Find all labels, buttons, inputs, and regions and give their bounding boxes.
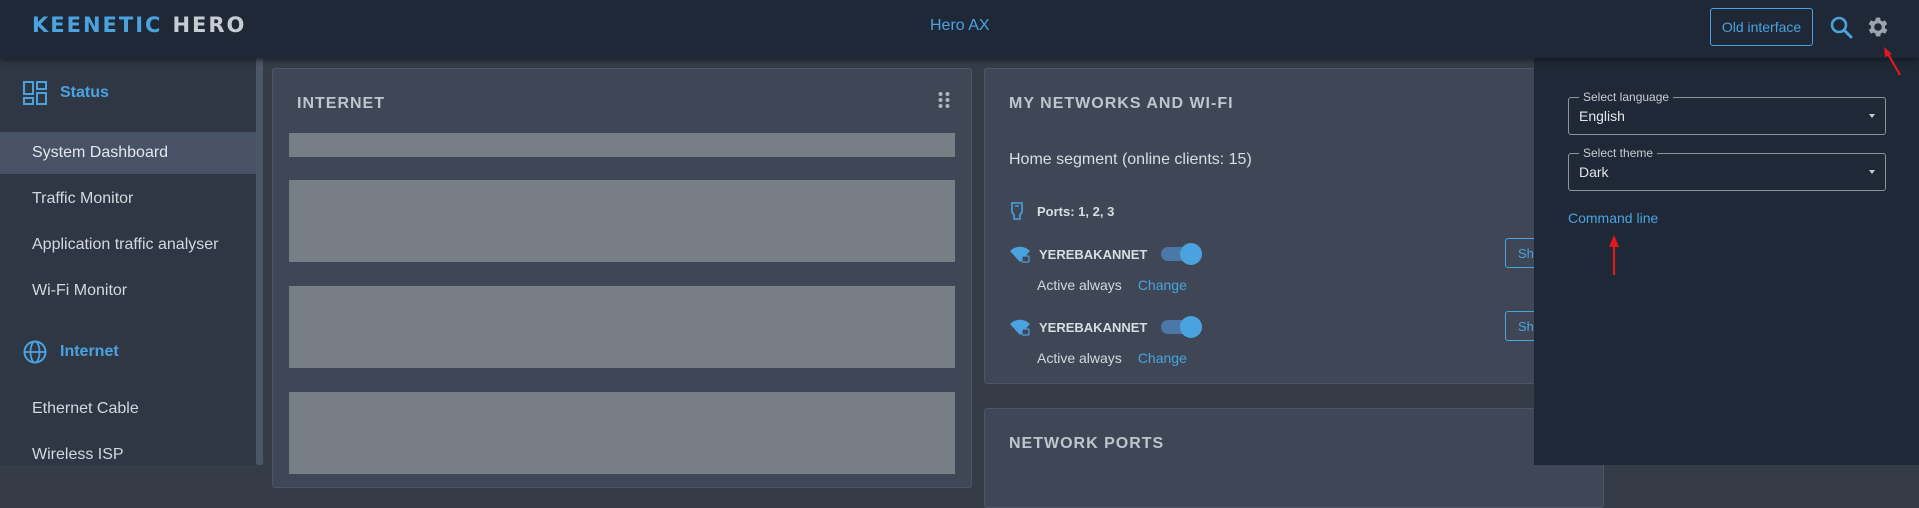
wifi-schedule-status: Active always	[1037, 277, 1122, 293]
wifi-schedule-status: Active always	[1037, 350, 1122, 366]
settings-panel: Select language English Select theme Dar…	[1534, 58, 1919, 465]
language-select-label: Select language	[1579, 90, 1674, 104]
annotation-arrow-command-line	[1609, 235, 1619, 275]
wifi-toggle[interactable]	[1161, 316, 1203, 338]
wifi-schedule-row: Active always Change	[1037, 348, 1187, 368]
search-icon[interactable]	[1828, 14, 1854, 40]
gear-icon[interactable]	[1865, 14, 1891, 40]
sidebar-scrollbar[interactable]	[256, 58, 263, 465]
ports-row: Ports: 1, 2, 3	[1009, 199, 1114, 223]
caret-down-icon	[1869, 170, 1875, 174]
theme-select-value: Dark	[1579, 164, 1609, 180]
ethernet-port-icon	[1011, 202, 1023, 220]
loading-placeholder	[289, 392, 955, 474]
theme-select-label: Select theme	[1579, 146, 1658, 160]
sidebar-item-wifi-monitor[interactable]: Wi-Fi Monitor	[0, 270, 256, 312]
language-select[interactable]: Select language English	[1568, 90, 1886, 135]
device-name: Hero AX	[930, 17, 990, 34]
toggle-knob	[1180, 243, 1203, 265]
wifi-network-row: YEREBAKANNET	[1009, 241, 1203, 267]
top-header: KEENETIC HERO Hero AX Old interface	[0, 0, 1919, 58]
toggle-knob	[1180, 316, 1203, 338]
sidebar-item-system-dashboard[interactable]: System Dashboard	[0, 132, 256, 174]
globe-icon	[23, 340, 47, 364]
keenetic-logo[interactable]: KEENETIC HERO	[32, 13, 246, 37]
sidebar-section-label: Status	[60, 84, 109, 101]
card-title: MY NETWORKS AND WI-FI	[1009, 95, 1234, 112]
loading-placeholder	[289, 133, 955, 157]
wifi-lock-icon	[1010, 246, 1030, 263]
home-segment-label[interactable]: Home segment (online clients: 15)	[1009, 151, 1252, 169]
wifi-schedule-row: Active always Change	[1037, 275, 1187, 295]
wifi-network-row: YEREBAKANNET	[1009, 314, 1203, 340]
sidebar-item-traffic-monitor[interactable]: Traffic Monitor	[0, 178, 256, 220]
sidebar: Status System Dashboard Traffic Monitor …	[0, 58, 256, 465]
drag-handle-icon[interactable]	[937, 91, 951, 109]
change-schedule-link[interactable]: Change	[1138, 350, 1187, 366]
sidebar-item-application-traffic-analyser[interactable]: Application traffic analyser	[0, 224, 256, 266]
card-title: NETWORK PORTS	[1009, 435, 1165, 452]
change-schedule-link[interactable]: Change	[1138, 277, 1187, 293]
caret-down-icon	[1869, 114, 1875, 118]
loading-placeholder	[289, 286, 955, 368]
wifi-toggle[interactable]	[1161, 243, 1203, 265]
wifi-lock-icon	[1010, 319, 1030, 336]
wifi-name: YEREBAKANNET	[1039, 319, 1148, 335]
wifi-name: YEREBAKANNET	[1039, 246, 1148, 262]
internet-card: INTERNET	[272, 68, 972, 488]
loading-placeholder	[289, 180, 955, 262]
card-title: INTERNET	[297, 95, 385, 112]
dashboard-icon	[23, 81, 47, 105]
command-line-link[interactable]: Command line	[1568, 210, 1658, 226]
sidebar-section-label: Internet	[60, 343, 119, 360]
annotation-arrow-gear	[1884, 47, 1901, 76]
my-networks-card: MY NETWORKS AND WI-FI Home segment (onli…	[984, 68, 1604, 384]
network-ports-card: NETWORK PORTS	[984, 408, 1604, 508]
old-interface-button[interactable]: Old interface	[1710, 8, 1813, 46]
logo-brand: KEENETIC	[32, 13, 163, 37]
theme-select[interactable]: Select theme Dark	[1568, 146, 1886, 191]
sidebar-item-ethernet-cable[interactable]: Ethernet Cable	[0, 388, 256, 430]
sidebar-section-status[interactable]: Status	[22, 78, 109, 108]
sidebar-item-wireless-isp[interactable]: Wireless ISP	[0, 434, 256, 476]
ports-label: Ports: 1, 2, 3	[1037, 203, 1115, 219]
language-select-value: English	[1579, 108, 1625, 124]
sidebar-section-internet[interactable]: Internet	[22, 337, 119, 367]
logo-model: HERO	[172, 13, 247, 37]
scrollbar-thumb[interactable]	[256, 60, 263, 465]
